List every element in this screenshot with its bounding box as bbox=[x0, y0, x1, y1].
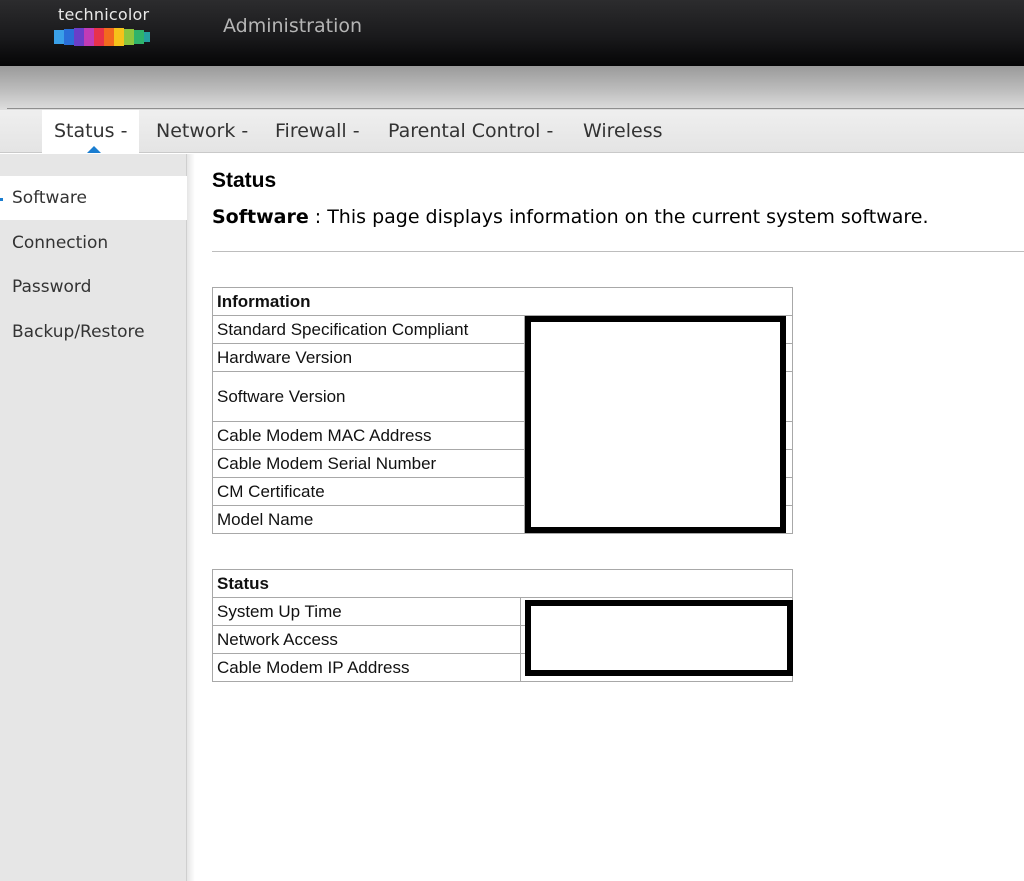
row-label: Hardware Version bbox=[212, 343, 525, 372]
row-label: Software Version bbox=[212, 371, 525, 422]
tab-firewall[interactable]: Firewall - bbox=[275, 110, 360, 153]
row-label: CM Certificate bbox=[212, 477, 525, 506]
sidebar-shadow bbox=[187, 154, 195, 881]
description-label: Software bbox=[212, 206, 309, 228]
table-header: Status bbox=[212, 569, 793, 598]
description-text: : This page displays information on the … bbox=[308, 206, 929, 228]
sidebar: Software Connection Password Backup/Rest… bbox=[0, 154, 187, 881]
redaction-box bbox=[525, 316, 786, 533]
row-label: Model Name bbox=[212, 505, 525, 534]
sidebar-item-password[interactable]: Password bbox=[0, 265, 187, 309]
row-label: Cable Modem MAC Address bbox=[212, 421, 525, 450]
tab-parental-control[interactable]: Parental Control - bbox=[388, 110, 553, 153]
content-divider bbox=[212, 251, 1024, 252]
sidebar-item-connection[interactable]: Connection bbox=[0, 221, 187, 265]
technicolor-logo[interactable]: technicolor bbox=[50, 5, 154, 47]
top-header: technicolor Administration bbox=[0, 0, 1024, 66]
row-label: System Up Time bbox=[212, 597, 521, 626]
row-label: Network Access bbox=[212, 625, 521, 654]
tab-network[interactable]: Network - bbox=[156, 110, 248, 153]
sidebar-item-backup-restore[interactable]: Backup/Restore bbox=[0, 310, 187, 354]
app-title: Administration bbox=[223, 15, 363, 37]
page-title: Status bbox=[212, 169, 277, 192]
page-description: Software : This page displays informatio… bbox=[212, 206, 929, 228]
table-header: Information bbox=[212, 287, 793, 316]
logo-text: technicolor bbox=[58, 5, 150, 24]
sidebar-item-software[interactable]: Software bbox=[0, 176, 187, 220]
active-item-marker-icon bbox=[0, 198, 3, 201]
row-label: Cable Modem Serial Number bbox=[212, 449, 525, 478]
logo-color-bar-icon bbox=[54, 28, 150, 46]
row-label: Standard Specification Compliant bbox=[212, 315, 525, 344]
header-divider bbox=[7, 108, 1024, 109]
tab-wireless[interactable]: Wireless bbox=[583, 110, 663, 153]
redaction-box bbox=[525, 600, 793, 676]
row-label: Cable Modem IP Address bbox=[212, 653, 521, 682]
header-band bbox=[0, 66, 1024, 110]
main-nav: Status - Network - Firewall - Parental C… bbox=[0, 110, 1024, 153]
active-tab-pointer-icon bbox=[87, 146, 101, 153]
